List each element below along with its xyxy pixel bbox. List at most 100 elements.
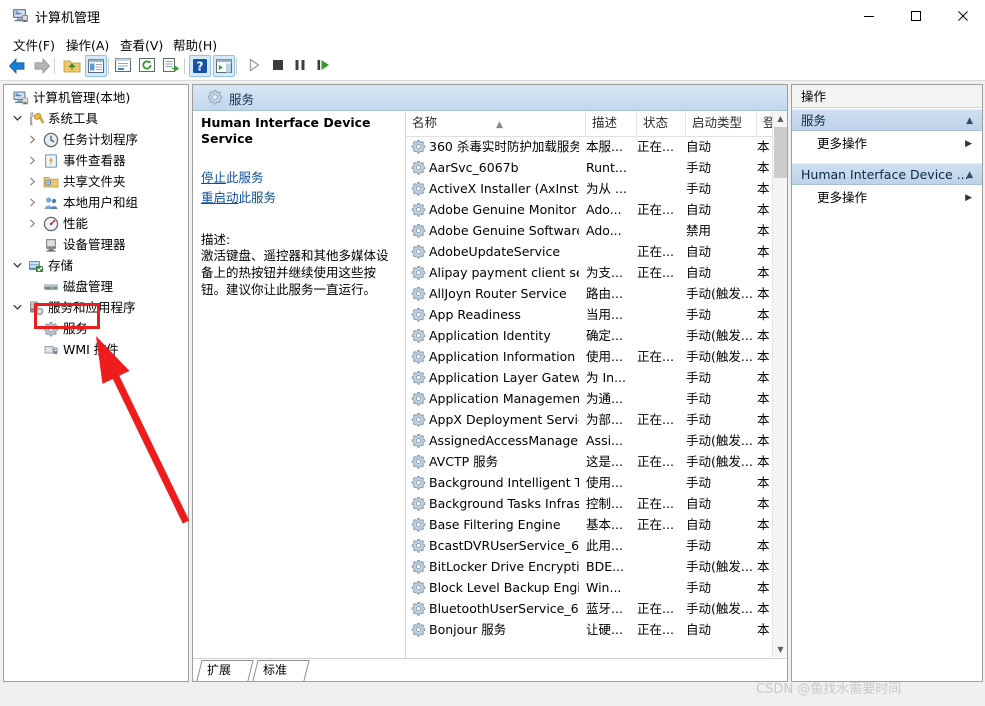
chevron-right-icon[interactable] — [26, 129, 39, 150]
table-row[interactable]: Block Level Backup Engi...Win...手动本 — [406, 577, 773, 598]
tree-item-disk-management[interactable]: 磁盘管理 — [4, 276, 188, 297]
table-row[interactable]: Base Filtering Engine基本...正在...自动本 — [406, 514, 773, 535]
tree-item-local-users-groups[interactable]: 本地用户和组 — [4, 192, 188, 213]
help-button[interactable]: ? — [189, 55, 211, 77]
table-row[interactable]: Background Tasks Infras...控制...正在...自动本 — [406, 493, 773, 514]
table-row[interactable]: Application Management为通...手动本 — [406, 388, 773, 409]
stop-service-link[interactable]: 停止此服务 — [201, 167, 264, 186]
tree-item-computer-management[interactable]: 计算机管理(本地) — [4, 87, 188, 108]
cell-name: Alipay payment client sec... — [429, 262, 579, 283]
cell-status: 正在... — [637, 409, 682, 430]
gear-icon — [411, 139, 426, 154]
up-one-level-button[interactable] — [61, 55, 83, 77]
actions-group-selected-service[interactable]: Human Interface Device ... ▲ — [792, 163, 982, 185]
tree-item-label: 服务 — [63, 318, 88, 339]
cell-log-on-as: 本 — [757, 325, 771, 346]
gear-icon — [411, 265, 426, 280]
table-row[interactable]: App Readiness当用...手动本 — [406, 304, 773, 325]
back-button[interactable] — [6, 55, 28, 77]
restart-service-link[interactable]: 重启动此服务 — [201, 187, 276, 206]
tree-item-performance[interactable]: 性能 — [4, 213, 188, 234]
table-row[interactable]: Alipay payment client sec...为支...正在...自动… — [406, 262, 773, 283]
cell-startup-type: 手动(触发... — [686, 346, 754, 367]
table-row[interactable]: Application Layer Gatewa...为 In...手动本 — [406, 367, 773, 388]
scroll-up-icon[interactable]: ▲ — [773, 111, 788, 126]
chevron-down-icon[interactable] — [11, 297, 24, 318]
tab-extended[interactable]: 扩展 — [199, 660, 251, 681]
table-row[interactable]: ActiveX Installer (AxInstSV)为从 ...手动本 — [406, 178, 773, 199]
export-list-button[interactable] — [161, 55, 183, 77]
cell-name: AllJoyn Router Service — [429, 283, 579, 304]
chevron-right-icon[interactable] — [26, 150, 39, 171]
table-row[interactable]: AssignedAccessManager...Assi...手动(触发...本 — [406, 430, 773, 451]
column-header-name[interactable]: 名称 ▲ — [406, 111, 586, 135]
table-row[interactable]: AdobeUpdateService正在...自动本 — [406, 241, 773, 262]
table-row[interactable]: AppX Deployment Servic...为部...正在...手动本 — [406, 409, 773, 430]
action-label: 更多操作 — [817, 136, 867, 151]
column-header-status[interactable]: 状态 — [637, 111, 686, 135]
tree-item-services-and-applications[interactable]: 服务和应用程序 — [4, 297, 188, 318]
chevron-right-icon[interactable] — [26, 192, 39, 213]
tree-item-wmi-control[interactable]: WMI 控件 — [4, 339, 188, 360]
chevron-down-icon[interactable] — [11, 108, 24, 129]
chevron-right-icon[interactable] — [26, 213, 39, 234]
actions-group-services[interactable]: 服务 ▲ — [792, 109, 982, 131]
list-vertical-scrollbar[interactable]: ▲ ▼ — [772, 111, 787, 657]
column-header-startup-type[interactable]: 启动类型 — [686, 111, 757, 135]
properties-button[interactable] — [113, 55, 135, 77]
minimize-button[interactable] — [846, 0, 892, 31]
tree-item-task-scheduler[interactable]: 任务计划程序 — [4, 129, 188, 150]
table-row[interactable]: Background Intelligent T...使用...手动本 — [406, 472, 773, 493]
table-row[interactable]: BitLocker Drive Encryptio...BDE...手动(触发.… — [406, 556, 773, 577]
table-row[interactable]: Adobe Genuine Monitor ...Ado...正在...自动本 — [406, 199, 773, 220]
tree-item-services[interactable]: 服务 — [4, 318, 188, 339]
gear-icon — [43, 321, 59, 337]
refresh-button[interactable] — [137, 55, 159, 77]
pause-service-button[interactable] — [290, 55, 312, 77]
cell-description: 这是... — [586, 451, 634, 472]
table-row[interactable]: BcastDVRUserService_60...此用...手动本 — [406, 535, 773, 556]
cell-name: Application Management — [429, 388, 579, 409]
collapse-caret-icon[interactable]: ▲ — [966, 164, 973, 185]
stop-service-button[interactable] — [268, 55, 290, 77]
window-title: 计算机管理 — [35, 7, 100, 26]
gear-icon — [411, 475, 426, 490]
collapse-caret-icon[interactable]: ▲ — [966, 110, 973, 131]
table-row[interactable]: BluetoothUserService_60...蓝牙...正在...手动(触… — [406, 598, 773, 619]
stop-service-link-underlined: 停止 — [201, 170, 226, 185]
action-more-actions-services[interactable]: 更多操作 ▶ — [792, 132, 982, 156]
show-action-pane-button[interactable] — [213, 55, 235, 77]
toolbar: ? — [0, 52, 985, 81]
cell-description: 为支... — [586, 262, 634, 283]
scroll-down-icon[interactable]: ▼ — [773, 642, 788, 657]
vertical-scroll-thumb[interactable] — [774, 127, 787, 178]
tree-item-shared-folders[interactable]: 共享文件夹 — [4, 171, 188, 192]
action-more-actions-selected-service[interactable]: 更多操作 ▶ — [792, 186, 982, 210]
close-button[interactable] — [940, 0, 985, 31]
table-row[interactable]: AllJoyn Router Service路由...手动(触发...本 — [406, 283, 773, 304]
start-service-button[interactable] — [244, 55, 266, 77]
restart-service-button[interactable] — [313, 55, 335, 77]
forward-button[interactable] — [31, 55, 53, 77]
show-hide-tree-button[interactable] — [85, 55, 107, 77]
tree-item-system-tools[interactable]: 系统工具 — [4, 108, 188, 129]
table-row[interactable]: Adobe Genuine Software...Ado...禁用本 — [406, 220, 773, 241]
tree-item-label: 计算机管理(本地) — [33, 87, 130, 108]
column-header-description[interactable]: 描述 — [586, 111, 637, 135]
table-row[interactable]: Bonjour 服务让硬...正在...自动本 — [406, 619, 773, 640]
cell-status — [637, 157, 682, 178]
table-row[interactable]: AVCTP 服务这是...正在...手动(触发...本 — [406, 451, 773, 472]
chevron-right-icon[interactable] — [26, 171, 39, 192]
tree-item-event-viewer[interactable]: 事件查看器 — [4, 150, 188, 171]
cell-name: AppX Deployment Servic... — [429, 409, 579, 430]
tab-standard[interactable]: 标准 — [255, 660, 307, 681]
maximize-button[interactable] — [893, 0, 939, 31]
tree-item-device-manager[interactable]: 设备管理器 — [4, 234, 188, 255]
chevron-down-icon[interactable] — [11, 255, 24, 276]
column-header-log-on-as[interactable]: 登 — [757, 111, 773, 135]
table-row[interactable]: AarSvc_6067bRunt...手动本 — [406, 157, 773, 178]
tree-item-storage[interactable]: 存储 — [4, 255, 188, 276]
table-row[interactable]: Application Identity确定...手动(触发...本 — [406, 325, 773, 346]
table-row[interactable]: Application Information使用...正在...手动(触发..… — [406, 346, 773, 367]
table-row[interactable]: 360 杀毒实时防护加载服务本服...正在...自动本 — [406, 136, 773, 157]
